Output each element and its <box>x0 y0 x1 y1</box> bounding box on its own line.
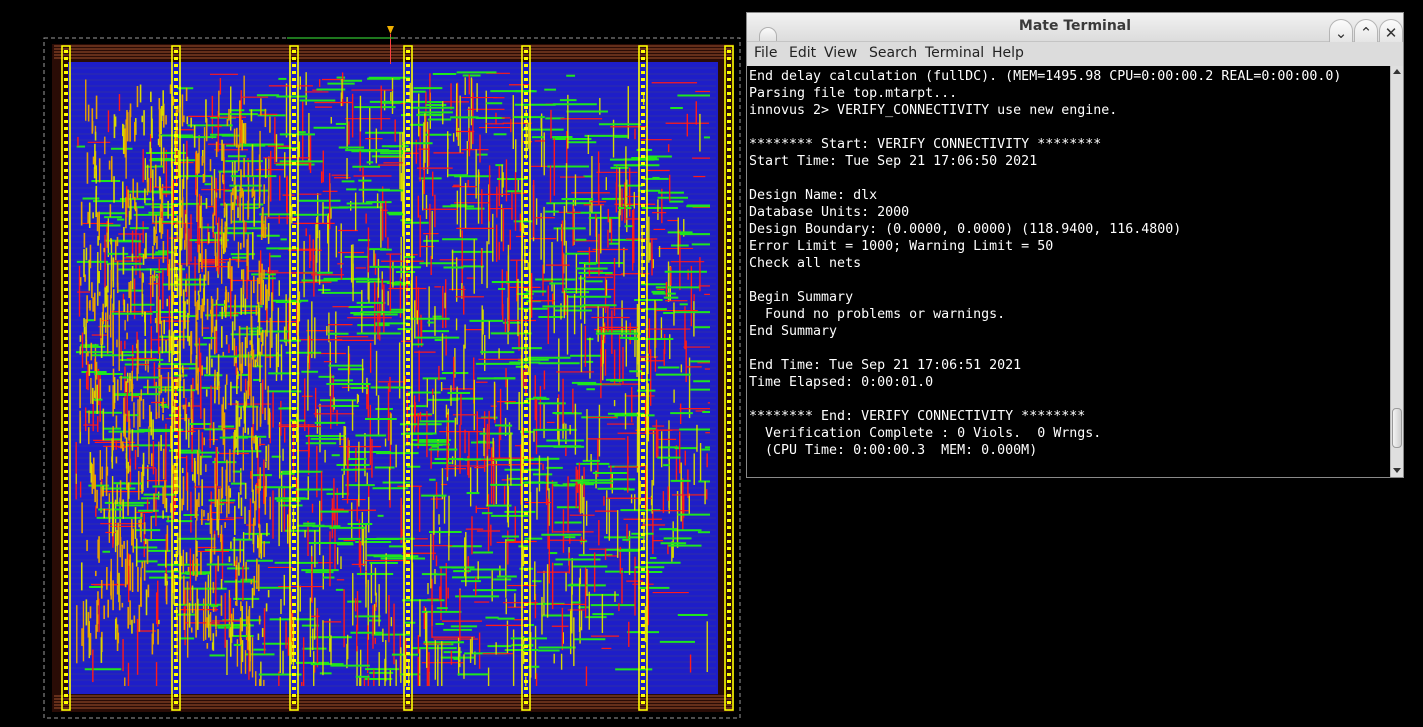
chevron-down-icon: ⌄ <box>1334 24 1348 42</box>
scroll-down-arrow-icon[interactable] <box>1393 468 1401 473</box>
minimize-button[interactable]: ⌄ <box>1329 19 1353 43</box>
chevron-up-icon: ⌃ <box>1359 24 1373 42</box>
terminal-text: End delay calculation (fullDC). (MEM=149… <box>747 66 1390 459</box>
terminal-line: (CPU Time: 0:00:00.3 MEM: 0.000M) <box>749 443 1038 458</box>
terminal-line: Design Boundary: (0.0000, 0.0000) (118.9… <box>749 222 1182 237</box>
terminal-line: Start Time: Tue Sep 21 17:06:50 2021 <box>749 154 1038 169</box>
terminal-line: innovus 2> VERIFY_CONNECTIVITY use new e… <box>749 103 1118 118</box>
menu-terminal[interactable]: Terminal <box>925 45 984 61</box>
pin-marker-icon <box>387 26 394 34</box>
terminal-line: End Time: Tue Sep 21 17:06:51 2021 <box>749 358 1022 373</box>
menu-bar: File Edit View Search Terminal Help <box>747 42 1403 66</box>
terminal-window[interactable]: Mate Terminal ⌄ ⌃ ✕ File Edit View Searc… <box>746 12 1404 478</box>
terminal-line: Error Limit = 1000; Warning Limit = 50 <box>749 239 1054 254</box>
close-icon: ✕ <box>1384 24 1398 42</box>
title-bar[interactable]: Mate Terminal ⌄ ⌃ ✕ <box>747 13 1403 43</box>
menu-file[interactable]: File <box>754 45 777 61</box>
terminal-output[interactable]: End delay calculation (fullDC). (MEM=149… <box>747 66 1390 477</box>
scroll-up-arrow-icon[interactable] <box>1393 69 1401 74</box>
terminal-line: Parsing file top.mtarpt... <box>749 86 958 101</box>
window-title: Mate Terminal <box>1018 18 1132 34</box>
terminal-line: ******** End: VERIFY CONNECTIVITY ******… <box>749 409 1086 424</box>
terminal-line: End delay calculation (fullDC). (MEM=149… <box>749 69 1342 84</box>
terminal-line: End Summary <box>749 324 838 339</box>
terminal-line: Design Name: dlx <box>749 188 878 203</box>
menu-search[interactable]: Search <box>869 45 917 61</box>
layout-canvas[interactable] <box>42 24 744 722</box>
terminal-line: Database Units: 2000 <box>749 205 910 220</box>
close-button[interactable]: ✕ <box>1379 19 1403 43</box>
terminal-scrollbar[interactable] <box>1390 66 1403 477</box>
scrollbar-thumb[interactable] <box>1392 408 1402 448</box>
menu-view[interactable]: View <box>824 45 857 61</box>
terminal-line: Check all nets <box>749 256 862 271</box>
terminal-line: Begin Summary <box>749 290 854 305</box>
terminal-line: Verification Complete : 0 Viols. 0 Wrngs… <box>749 426 1102 441</box>
menu-edit[interactable]: Edit <box>789 45 816 61</box>
terminal-line: ******** Start: VERIFY CONNECTIVITY ****… <box>749 137 1102 152</box>
terminal-line: Found no problems or warnings. <box>749 307 1006 322</box>
menu-help[interactable]: Help <box>992 45 1024 61</box>
maximize-button[interactable]: ⌃ <box>1354 19 1378 43</box>
terminal-line: Time Elapsed: 0:00:01.0 <box>749 375 934 390</box>
